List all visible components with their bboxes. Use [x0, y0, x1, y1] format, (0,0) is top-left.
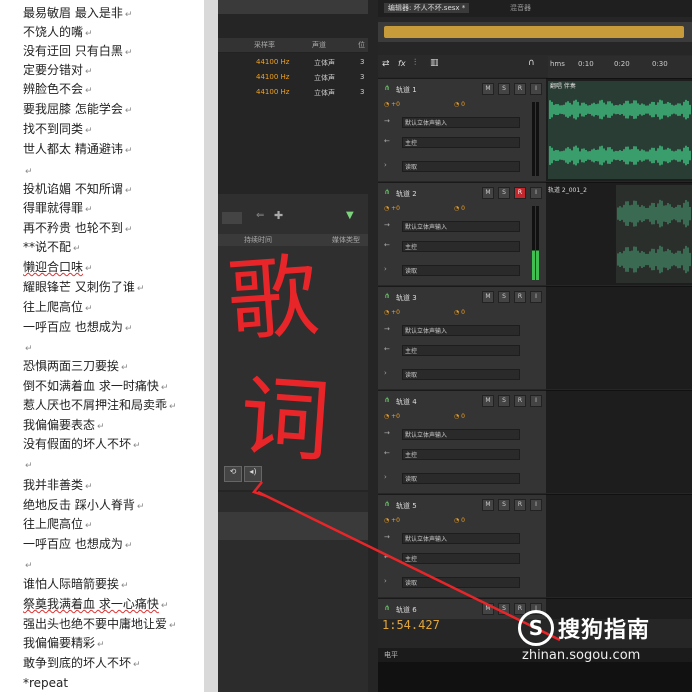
sogou-url: zhinan.sogou.com — [522, 648, 641, 663]
annotation-text-1: 歌 — [224, 244, 321, 355]
sogou-watermark: S 搜狗指南 zhinan.sogou.com — [518, 608, 692, 668]
annotation-overlay: 歌 词 — [224, 244, 561, 642]
sogou-brand-name: 搜狗指南 — [558, 618, 651, 643]
annotation-arrow-shaft — [257, 490, 561, 642]
sogou-logo-icon: S — [518, 610, 554, 646]
annotation-text-2: 词 — [236, 364, 333, 475]
